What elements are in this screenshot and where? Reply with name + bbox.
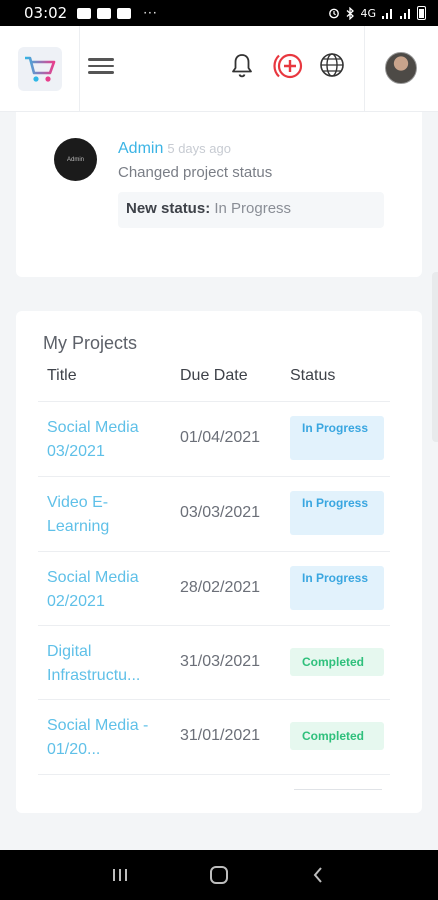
column-header-due-date: Due Date <box>180 367 248 384</box>
project-due-date: 31/01/2021 <box>180 727 261 744</box>
folder-icon <box>117 7 132 19</box>
project-title-link[interactable]: Digital Infrastructu... <box>47 640 165 688</box>
status-badge: Completed <box>290 722 384 750</box>
gallery-icon <box>77 7 92 19</box>
activity-status-box: New status: In Progress <box>118 192 384 228</box>
header-divider <box>364 26 365 112</box>
status-badge: In Progress <box>290 566 384 610</box>
recent-apps-icon <box>112 869 127 881</box>
projects-title: My Projects <box>43 333 138 353</box>
system-icons: 4G <box>328 6 426 20</box>
project-title-link[interactable]: Social Media - 01/20... <box>47 714 165 762</box>
home-icon <box>209 866 228 884</box>
status-bar: 03:02 ··· 4G <box>0 0 438 26</box>
app-header <box>0 26 438 112</box>
table-row[interactable]: Social Media - 01/20... 31/01/2021 Compl… <box>16 700 422 774</box>
recent-apps-button[interactable] <box>100 855 140 895</box>
status-badge: In Progress <box>290 416 384 460</box>
project-title-link[interactable]: Video E-Learning <box>47 491 165 539</box>
logo <box>17 47 62 91</box>
activity-user-link[interactable]: Admin 5 days ago <box>118 140 231 158</box>
network-type: 4G <box>360 6 376 20</box>
shopping-cart-icon <box>24 56 55 82</box>
row-divider <box>38 774 390 775</box>
column-header-title: Title <box>47 367 77 384</box>
back-button[interactable] <box>298 855 338 895</box>
avatar-text: Admin <box>66 156 84 163</box>
user-avatar[interactable] <box>385 52 417 84</box>
project-due-date: 31/03/2021 <box>180 653 261 670</box>
system-nav-bar <box>0 850 438 900</box>
activity-user[interactable]: Admin <box>118 140 163 157</box>
hamburger-icon-line <box>88 64 114 67</box>
project-due-date: 03/03/2021 <box>180 504 261 521</box>
status-badge: In Progress <box>290 491 384 535</box>
status-value: In Progress <box>214 200 292 217</box>
project-due-date: 01/04/2021 <box>180 429 261 446</box>
activity-card: Admin Admin 5 days ago Changed project st… <box>16 112 422 277</box>
menu-button[interactable] <box>88 54 114 80</box>
table-row[interactable]: Social Media 03/2021 01/04/2021 In Progr… <box>16 402 422 476</box>
scroll-indicator <box>294 789 382 790</box>
signal-icon <box>382 8 392 19</box>
table-row[interactable]: Digital Infrastructu... 31/03/2021 Compl… <box>16 626 422 700</box>
project-due-date: 28/02/2021 <box>180 579 261 596</box>
battery-icon <box>417 6 426 20</box>
activity-avatar: Admin <box>54 138 97 181</box>
status-time: 03:02 <box>24 4 68 22</box>
signal-icon-2 <box>400 8 410 19</box>
plus-circle-icon[interactable] <box>270 48 306 84</box>
status-badge: Completed <box>290 648 384 676</box>
home-button[interactable] <box>199 855 239 895</box>
project-title-link[interactable]: Social Media 03/2021 <box>47 416 165 464</box>
bluetooth-icon <box>347 6 355 20</box>
projects-card: My Projects Title Due Date Status Social… <box>16 311 422 813</box>
logo-container[interactable] <box>0 26 80 112</box>
table-row[interactable]: Video E-Learning 03/03/2021 In Progress <box>16 477 422 551</box>
hamburger-icon-line <box>88 58 114 61</box>
notification-icons: ··· <box>77 6 157 20</box>
more-notifications-indicator: ··· <box>143 6 158 20</box>
activity-time: 5 days ago <box>167 141 231 156</box>
side-panel-handle[interactable] <box>432 272 438 442</box>
project-title-link[interactable]: Social Media 02/2021 <box>47 566 165 614</box>
column-header-status: Status <box>290 367 336 384</box>
globe-icon[interactable] <box>319 52 345 78</box>
youtube-icon <box>97 7 112 19</box>
activity-message: Changed project status <box>118 164 273 181</box>
bell-icon[interactable] <box>230 52 254 80</box>
hamburger-icon-line <box>88 71 114 74</box>
status-label: New status: <box>126 200 211 217</box>
alarm-icon <box>329 8 340 19</box>
back-icon <box>313 867 323 883</box>
table-row[interactable]: Social Media 02/2021 28/02/2021 In Progr… <box>16 552 422 626</box>
